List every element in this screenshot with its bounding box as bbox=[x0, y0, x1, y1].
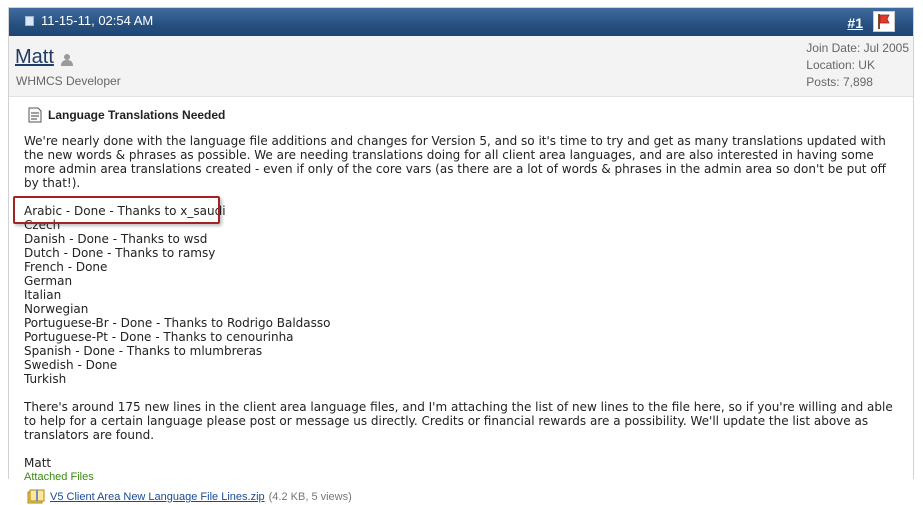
document-icon bbox=[28, 107, 42, 123]
zip-file-icon bbox=[27, 489, 45, 504]
user-offline-icon bbox=[61, 54, 73, 66]
join-date: Join Date: Jul 2005 bbox=[806, 41, 909, 55]
attachment: V5 Client Area New Language File Lines.z… bbox=[27, 489, 904, 505]
username-link[interactable]: Matt bbox=[15, 46, 54, 69]
location: Location: UK bbox=[806, 58, 875, 72]
language-item: Danish - Done - Thanks to wsd bbox=[24, 232, 208, 246]
language-item: Italian bbox=[24, 288, 62, 302]
user-info-panel: Matt WHMCS Developer Join Date: Jul 2005… bbox=[9, 36, 913, 97]
attachment-meta: (4.2 KB, 5 views) bbox=[268, 491, 352, 503]
language-item: Arabic - Done - Thanks to x_saudi bbox=[24, 204, 226, 218]
language-item: Portuguese-Pt - Done - Thanks to cenouri… bbox=[24, 330, 294, 344]
report-flag-icon bbox=[878, 14, 890, 29]
language-list: Arabic - Done - Thanks to x_saudi Czech … bbox=[13, 196, 904, 386]
language-item: Spanish - Done - Thanks to mlumbreras bbox=[24, 344, 263, 358]
forum-post: 11-15-11, 02:54 AM #1 Matt WHMCS Develop… bbox=[8, 7, 914, 504]
post-title-text: Language Translations Needed bbox=[48, 108, 226, 122]
language-item: Norwegian bbox=[24, 302, 89, 316]
language-item: Turkish bbox=[24, 372, 67, 386]
outro-paragraph: There's around 175 new lines in the clie… bbox=[24, 400, 893, 442]
language-item: Portuguese-Br - Done - Thanks to Rodrigo… bbox=[24, 316, 331, 330]
post-date: 11-15-11, 02:54 AM bbox=[25, 13, 153, 28]
user-title: WHMCS Developer bbox=[16, 74, 121, 88]
post-header: 11-15-11, 02:54 AM #1 bbox=[9, 8, 913, 36]
language-item: Swedish - Done bbox=[24, 358, 118, 372]
language-item: Czech bbox=[24, 218, 61, 232]
post-body: Language Translations Needed We're nearl… bbox=[13, 107, 904, 505]
report-button[interactable] bbox=[873, 11, 895, 32]
post-number-link[interactable]: #1 bbox=[847, 15, 863, 31]
post-date-text: 11-15-11, 02:54 AM bbox=[41, 13, 154, 28]
user-stats: Join Date: Jul 2005 Location: UK Posts: … bbox=[806, 40, 909, 91]
language-item: Dutch - Done - Thanks to ramsy bbox=[24, 246, 216, 260]
intro-paragraph: We're nearly done with the language file… bbox=[24, 134, 886, 190]
signature: Matt bbox=[24, 456, 52, 470]
attached-files-label: Attached Files bbox=[24, 471, 94, 483]
post-icon bbox=[25, 15, 34, 26]
language-item: French - Done bbox=[24, 260, 108, 274]
post-title: Language Translations Needed bbox=[28, 107, 904, 123]
post-count: Posts: 7,898 bbox=[806, 75, 873, 89]
attachment-link[interactable]: V5 Client Area New Language File Lines.z… bbox=[50, 491, 265, 503]
language-item: German bbox=[24, 274, 73, 288]
